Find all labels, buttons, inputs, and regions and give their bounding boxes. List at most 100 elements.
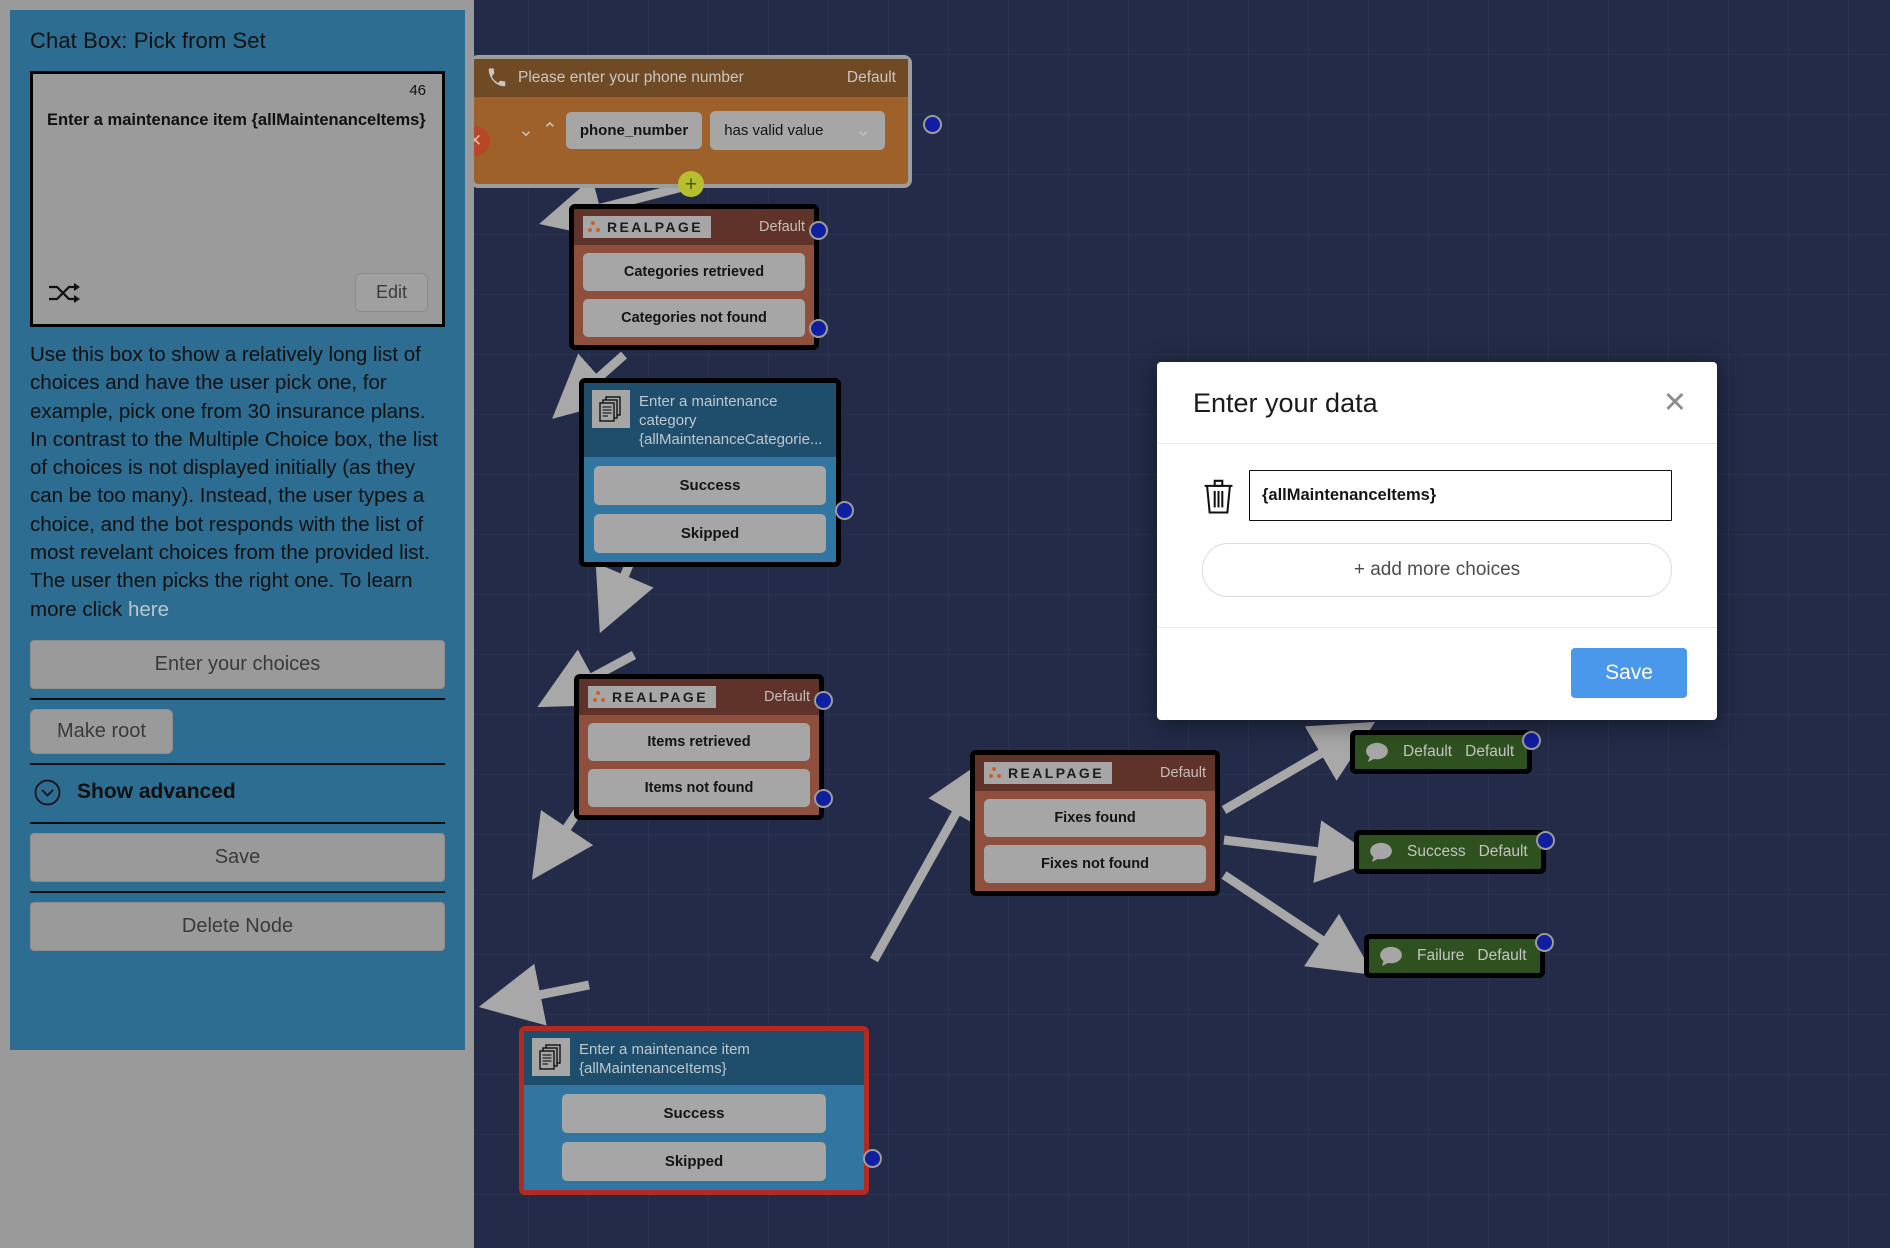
- save-button[interactable]: Save: [30, 833, 445, 882]
- show-advanced-label: Show advanced: [77, 780, 236, 804]
- chevron-down-circle-icon: [34, 779, 61, 806]
- output-row[interactable]: Categories not found: [583, 299, 805, 337]
- output-row[interactable]: Fixes not found: [984, 845, 1206, 883]
- realpage-dots-icon: [989, 767, 1003, 780]
- close-icon[interactable]: ✕: [1663, 389, 1687, 418]
- output-row[interactable]: Skipped: [562, 1142, 826, 1181]
- realpage-header: REALPAGE Default: [975, 755, 1215, 791]
- node-realpage-fixes[interactable]: REALPAGE Default Fixes found Fixes not f…: [970, 750, 1220, 896]
- app-root: Please enter your phone number Default ✕…: [0, 0, 1890, 1248]
- node-label: Success: [1407, 843, 1466, 861]
- node-phone-header: Please enter your phone number Default: [474, 59, 908, 97]
- chevron-down-icon: ⌄: [855, 121, 871, 140]
- output-port[interactable]: [863, 1149, 882, 1168]
- realpage-header: REALPAGE Default: [579, 679, 819, 715]
- chevron-down-icon[interactable]: ⌄: [518, 121, 534, 140]
- realpage-wordmark: REALPAGE: [1008, 765, 1104, 781]
- make-root-button[interactable]: Make root: [30, 709, 173, 754]
- node-chat-failure[interactable]: Failure Default: [1364, 934, 1545, 978]
- add-more-choices-button[interactable]: + add more choices: [1202, 543, 1672, 597]
- message-text: Enter a maintenance item {allMaintenance…: [47, 110, 428, 131]
- modal-save-button[interactable]: Save: [1571, 648, 1687, 698]
- realpage-header: REALPAGE Default: [574, 209, 814, 245]
- condition-select[interactable]: has valid value ⌄: [710, 111, 885, 150]
- node-chat-success[interactable]: Success Default: [1354, 830, 1546, 874]
- realpage-logo: REALPAGE: [588, 686, 716, 708]
- modal-header: Enter your data ✕: [1157, 362, 1717, 444]
- close-circle-icon[interactable]: ✕: [474, 126, 490, 156]
- documents-icon: [532, 1038, 570, 1076]
- node-label: Failure: [1417, 947, 1464, 965]
- node-badge: Default: [1465, 743, 1514, 761]
- enter-choices-button[interactable]: Enter your choices: [30, 640, 445, 689]
- choice-row: [1202, 470, 1672, 521]
- modal-footer: Save: [1157, 627, 1717, 720]
- char-counter: 46: [409, 82, 426, 99]
- learn-more-link[interactable]: here: [128, 598, 169, 621]
- prompt-title: Enter a maintenance item {allMaintenance…: [579, 1038, 856, 1078]
- node-phone-body: ✕ ⌄ ⌃ phone_number has valid value ⌄ +: [474, 97, 908, 184]
- message-box-footer: Edit: [47, 273, 428, 312]
- modal-title: Enter your data: [1193, 388, 1378, 419]
- node-badge: Default: [1479, 843, 1528, 861]
- shuffle-icon[interactable]: [47, 281, 81, 305]
- prompt-header: Enter a maintenance item {allMaintenance…: [524, 1031, 864, 1085]
- output-row[interactable]: Items retrieved: [588, 723, 810, 761]
- plus-circle-icon[interactable]: +: [678, 171, 704, 197]
- chevron-up-icon[interactable]: ⌃: [542, 121, 558, 140]
- documents-icon: [592, 390, 630, 428]
- prompt-header: Enter a maintenance category {allMainten…: [584, 383, 836, 457]
- output-row[interactable]: Success: [594, 466, 826, 505]
- delete-node-button[interactable]: Delete Node: [30, 902, 445, 951]
- output-port[interactable]: [809, 319, 828, 338]
- node-realpage-categories[interactable]: REALPAGE Default Categories retrieved Ca…: [569, 204, 819, 350]
- node-prompt-item[interactable]: Enter a maintenance item {allMaintenance…: [519, 1026, 869, 1195]
- node-phone-badge: Default: [847, 69, 896, 87]
- output-row[interactable]: Success: [562, 1094, 826, 1133]
- realpage-logo: REALPAGE: [583, 216, 711, 238]
- show-advanced-toggle[interactable]: Show advanced: [30, 765, 445, 822]
- node-badge: Default: [1477, 947, 1526, 965]
- realpage-wordmark: REALPAGE: [607, 219, 703, 235]
- chat-bubble-icon: [1368, 842, 1394, 862]
- realpage-dots-icon: [593, 691, 607, 704]
- variable-field[interactable]: phone_number: [566, 112, 702, 149]
- node-editor-sidebar: Chat Box: Pick from Set 46 Enter a maint…: [10, 10, 465, 1050]
- trash-icon[interactable]: [1202, 477, 1235, 515]
- modal-body: + add more choices: [1157, 444, 1717, 627]
- node-phone-input[interactable]: Please enter your phone number Default ✕…: [474, 55, 912, 188]
- chat-bubble-icon: [1378, 946, 1404, 966]
- output-port[interactable]: [1536, 831, 1555, 850]
- node-realpage-items[interactable]: REALPAGE Default Items retrieved Items n…: [574, 674, 824, 820]
- output-row[interactable]: Skipped: [594, 514, 826, 553]
- output-port[interactable]: [1535, 933, 1554, 952]
- output-row[interactable]: Categories retrieved: [583, 253, 805, 291]
- output-port[interactable]: [809, 221, 828, 240]
- output-row[interactable]: Items not found: [588, 769, 810, 807]
- output-port[interactable]: [835, 501, 854, 520]
- output-port[interactable]: [814, 789, 833, 808]
- prompt-title: Enter a maintenance category {allMainten…: [639, 390, 828, 450]
- output-row[interactable]: Fixes found: [984, 799, 1206, 837]
- realpage-wordmark: REALPAGE: [612, 689, 708, 705]
- realpage-dots-icon: [588, 221, 602, 234]
- message-preview-box: 46 Enter a maintenance item {allMaintena…: [30, 71, 445, 327]
- choice-input[interactable]: [1249, 470, 1672, 521]
- node-chat-default[interactable]: Default Default: [1350, 730, 1532, 774]
- node-phone-title: Please enter your phone number: [518, 69, 837, 87]
- page-title: Chat Box: Pick from Set: [30, 28, 445, 54]
- node-badge: Default: [759, 219, 805, 235]
- node-prompt-category[interactable]: Enter a maintenance category {allMainten…: [579, 378, 841, 567]
- output-port[interactable]: [814, 691, 833, 710]
- enter-data-modal: Enter your data ✕ + add more choices: [1157, 362, 1717, 720]
- node-label: Default: [1403, 743, 1452, 761]
- description-text: Use this box to show a relatively long l…: [30, 341, 445, 624]
- condition-value: has valid value: [724, 122, 823, 139]
- realpage-logo: REALPAGE: [984, 762, 1112, 784]
- chat-bubble-icon: [1364, 742, 1390, 762]
- node-badge: Default: [1160, 765, 1206, 781]
- edit-button[interactable]: Edit: [355, 273, 428, 312]
- output-port[interactable]: [923, 115, 942, 134]
- node-badge: Default: [764, 689, 810, 705]
- phone-icon: [486, 67, 508, 89]
